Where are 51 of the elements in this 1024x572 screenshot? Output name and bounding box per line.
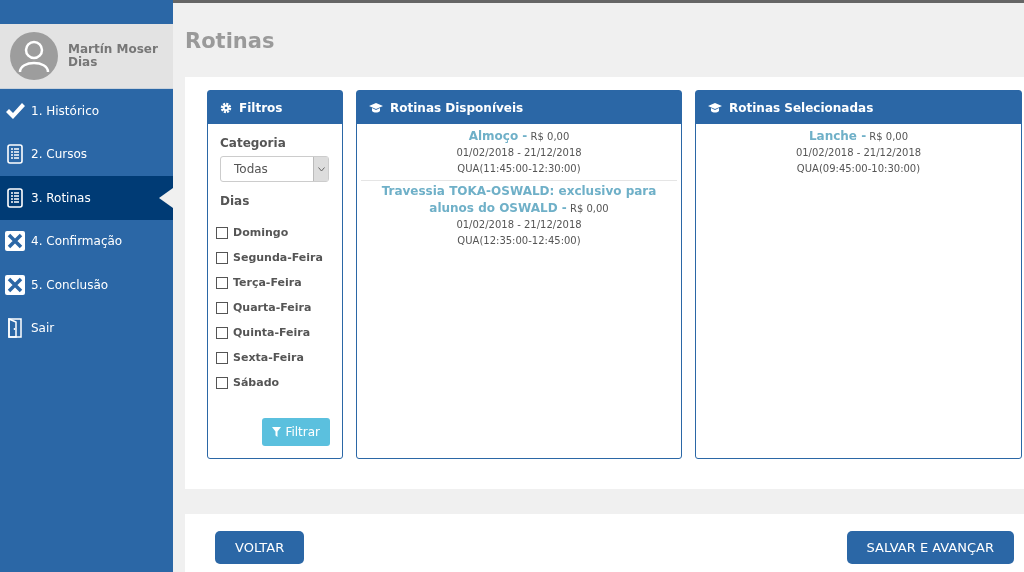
field-label: Categoria xyxy=(220,136,287,150)
category-dropdown[interactable]: Todas xyxy=(220,156,329,182)
checkbox[interactable] xyxy=(216,226,228,239)
user-name: Martín Moser Dias xyxy=(68,43,158,69)
save-and-next-button[interactable]: SALVAR E AVANÇAR xyxy=(846,531,1014,564)
checkbox[interactable] xyxy=(216,276,228,289)
avatar-icon xyxy=(10,32,58,80)
list-icon xyxy=(7,187,23,208)
funnel-icon xyxy=(272,427,282,437)
checkbox[interactable] xyxy=(216,326,228,339)
nav-item[interactable]: 1. Histórico xyxy=(0,89,173,133)
routine-schedule: QUA(09:45:00-10:30:00) xyxy=(795,162,922,176)
routine-heading[interactable]: Lanche - R$ 0,00 xyxy=(704,128,1013,145)
checkbox-label[interactable]: Terça-Feira xyxy=(233,276,302,289)
routine-dates: 01/02/2018 - 21/12/2018 xyxy=(455,146,583,160)
list-icon xyxy=(7,144,23,165)
routine-dates: 01/02/2018 - 21/12/2018 xyxy=(794,146,923,160)
panel-title: Filtros xyxy=(239,100,283,115)
routine-schedule: QUA(11:45:00-12:30:00) xyxy=(456,162,582,176)
checkbox[interactable] xyxy=(216,301,228,314)
nav-item[interactable]: 3. Rotinas xyxy=(0,176,173,220)
checkbox[interactable] xyxy=(216,251,228,264)
checkbox-label[interactable]: Quinta-Feira xyxy=(233,326,311,339)
graduation-cap-icon xyxy=(708,102,722,113)
routine-schedule: QUA(12:35:00-12:45:00) xyxy=(456,234,582,248)
caret-icon xyxy=(317,166,325,172)
routine-dates: 01/02/2018 - 21/12/2018 xyxy=(455,218,583,232)
check-icon xyxy=(5,100,25,121)
nav-item[interactable]: 2. Cursos xyxy=(0,132,173,176)
checkbox-label[interactable]: Domingo xyxy=(233,226,289,239)
routine-heading[interactable]: Travessia TOKA-OSWALD: exclusivo para alunos do OSWALD - R$ 0,00 xyxy=(365,183,673,217)
nav-item[interactable]: 5. Conclusão xyxy=(0,263,173,307)
graduation-cap-icon xyxy=(369,102,383,113)
checkbox[interactable] xyxy=(216,351,228,364)
routine-heading[interactable]: Almoço - R$ 0,00 xyxy=(365,128,673,145)
nav-item[interactable]: 4. Confirmação xyxy=(0,219,173,263)
door-icon xyxy=(7,318,23,339)
checkbox-label[interactable]: Segunda-Feira xyxy=(233,251,323,264)
panel-title: Rotinas Disponíveis xyxy=(390,100,524,115)
nav-item[interactable]: Sair xyxy=(0,306,173,350)
checkbox-label[interactable]: Quarta-Feira xyxy=(233,301,312,314)
close-icon xyxy=(5,231,25,252)
back-button[interactable]: VOLTAR xyxy=(215,531,305,564)
panel-title: Rotinas Selecionadas xyxy=(729,100,874,115)
page-title: Rotinas xyxy=(185,28,276,55)
checkbox-label[interactable]: Sábado xyxy=(233,376,280,389)
checkbox-label[interactable]: Sexta-Feira xyxy=(233,351,304,364)
field-label: Dias xyxy=(220,194,251,208)
settings-icon xyxy=(220,101,232,114)
close-icon xyxy=(5,274,25,295)
checkbox[interactable] xyxy=(216,376,228,389)
